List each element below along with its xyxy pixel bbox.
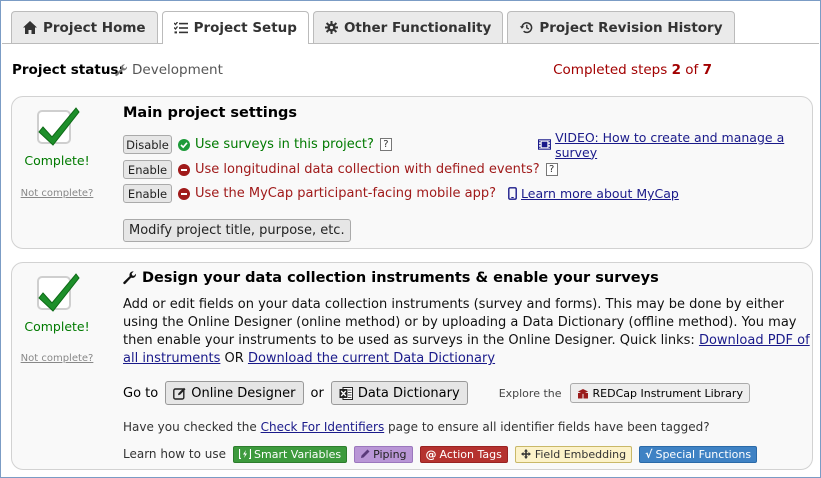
chip-label: Smart Variables <box>254 447 342 461</box>
identifiers-line: Have you checked the Check For Identifie… <box>123 420 710 434</box>
surveys-option-text: Use surveys in this project? <box>195 137 374 152</box>
smart-variables-icon <box>239 449 252 459</box>
learn-label: Learn how to use <box>123 447 227 461</box>
goto-row: Go to Online Designer or Data Dictionary… <box>123 381 750 405</box>
longitudinal-option-text: Use longitudinal data collection with de… <box>195 162 540 177</box>
smart-variables-button[interactable]: Smart Variables <box>233 445 348 463</box>
design-title-row: Design your data collection instruments … <box>123 270 659 286</box>
chip-label: Field Embedding <box>534 447 627 461</box>
library-icon <box>577 388 588 398</box>
chip-label: Special Functions <box>655 447 752 461</box>
or-label: or <box>310 385 324 401</box>
ids-prefix: Have you checked the <box>123 420 257 434</box>
tab-label: Project Revision History <box>539 19 723 36</box>
not-complete-link[interactable]: Not complete? <box>12 353 102 364</box>
instrument-library-button[interactable]: REDCap Instrument Library <box>569 383 750 403</box>
project-status-label: Project status: <box>12 62 124 78</box>
option-surveys: Disable Use surveys in this project? ? <box>123 135 392 154</box>
home-icon <box>23 21 37 34</box>
excel-icon <box>339 386 353 400</box>
history-icon <box>519 21 533 34</box>
modify-project-button[interactable]: Modify project title, purpose, etc. <box>123 219 351 242</box>
minus-circle-icon <box>178 163 190 176</box>
disable-surveys-button[interactable]: Disable <box>123 135 172 154</box>
learn-how-row: Learn how to use Smart Variables Piping … <box>123 445 758 463</box>
check-for-identifiers-link[interactable]: Check For Identifiers <box>261 420 385 434</box>
steps-of: of <box>685 62 699 78</box>
steps-prefix: Completed steps <box>553 62 668 78</box>
tab-project-revision-history[interactable]: Project Revision History <box>507 11 735 43</box>
design-title: Design your data collection instruments … <box>142 270 659 286</box>
help-icon[interactable]: ? <box>379 138 392 151</box>
complete-label: Complete! <box>24 319 90 334</box>
window-frame: Project Home Project Setup Other Functio… <box>0 0 821 478</box>
tab-bar: Project Home Project Setup Other Functio… <box>11 11 739 44</box>
steps-done: 2 <box>671 62 681 78</box>
video-link[interactable]: VIDEO: How to create and manage a survey <box>555 130 812 160</box>
checkmark-icon <box>37 273 80 312</box>
enable-longitudinal-button[interactable]: Enable <box>123 160 172 179</box>
tab-divider <box>2 43 819 44</box>
check-circle-icon <box>178 138 190 151</box>
mycap-learn-link[interactable]: Learn more about MyCap <box>521 186 679 201</box>
film-icon <box>538 139 552 150</box>
option-mycap: Enable Use the MyCap participant-facing … <box>123 184 679 203</box>
video-link-row: VIDEO: How to create and manage a survey <box>538 130 812 160</box>
mycap-option-text: Use the MyCap participant-facing mobile … <box>195 186 497 201</box>
tab-other-functionality[interactable]: Other Functionality <box>312 11 504 43</box>
pen-icon <box>361 449 370 458</box>
download-data-dictionary-link[interactable]: Download the current Data Dictionary <box>248 351 495 366</box>
online-designer-label: Online Designer <box>191 385 296 401</box>
explore-label: Explore the <box>498 386 562 400</box>
completed-steps: Completed steps 2 of 7 <box>553 62 712 78</box>
data-dictionary-button[interactable]: Data Dictionary <box>330 381 468 405</box>
goto-label: Go to <box>123 385 159 401</box>
complete-label: Complete! <box>24 153 90 168</box>
gear-icon <box>324 21 338 34</box>
wrench-icon <box>123 271 136 285</box>
instrument-library-label: REDCap Instrument Library <box>592 386 743 400</box>
checkmark-icon <box>37 107 80 146</box>
tab-project-home[interactable]: Project Home <box>11 11 158 43</box>
tab-label: Project Home <box>43 19 146 36</box>
status-text: Development <box>132 62 223 78</box>
design-para-text: Add or edit fields on your data collecti… <box>123 297 797 348</box>
option-longitudinal: Enable Use longitudinal data collection … <box>123 160 558 179</box>
piping-button[interactable]: Piping <box>354 445 413 463</box>
list-icon <box>173 22 188 34</box>
mobile-icon <box>508 187 517 200</box>
mycap-link-group: Learn more about MyCap <box>508 186 679 201</box>
field-embedding-button[interactable]: Field Embedding <box>514 445 633 463</box>
tab-label: Project Setup <box>193 20 297 36</box>
at-sign-icon: @ <box>425 447 437 461</box>
edit-icon <box>173 387 186 400</box>
chip-label: Piping <box>373 447 407 461</box>
tab-label: Other Functionality <box>343 19 492 36</box>
main-settings-panel: Complete! Not complete? Main project set… <box>11 96 813 249</box>
help-icon[interactable]: ? <box>545 163 558 176</box>
wrench-icon <box>115 63 128 76</box>
enable-mycap-button[interactable]: Enable <box>123 184 172 203</box>
main-settings-title: Main project settings <box>123 105 298 121</box>
project-status-value: Development <box>115 62 223 78</box>
chip-label: Action Tags <box>439 447 502 461</box>
ids-suffix: page to ensure all identifier fields hav… <box>388 420 710 434</box>
or-text: OR <box>224 351 244 366</box>
steps-total: 7 <box>702 62 712 78</box>
tab-project-setup[interactable]: Project Setup <box>161 11 309 44</box>
design-instruments-panel: Complete! Not complete? Design your data… <box>11 262 813 470</box>
not-complete-link[interactable]: Not complete? <box>12 188 102 199</box>
action-tags-button[interactable]: @ Action Tags <box>419 445 508 463</box>
special-functions-button[interactable]: √ Special Functions <box>639 445 758 463</box>
sqrt-icon: √ <box>645 447 653 461</box>
project-status-row: Project status: Development Completed st… <box>12 62 812 80</box>
minus-circle-icon <box>178 187 190 200</box>
online-designer-button[interactable]: Online Designer <box>165 381 304 405</box>
data-dictionary-label: Data Dictionary <box>357 385 460 401</box>
arrows-icon <box>520 449 531 459</box>
design-description: Add or edit fields on your data collecti… <box>123 296 813 368</box>
